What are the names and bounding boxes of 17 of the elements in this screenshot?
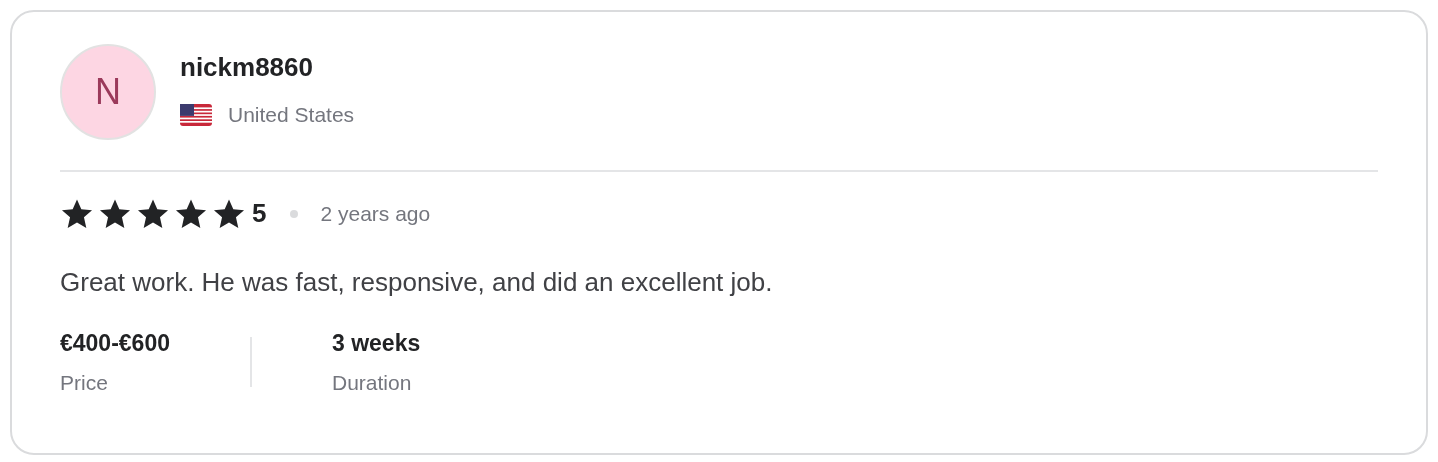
separator-dot — [290, 209, 299, 218]
username: nickm8860 — [180, 52, 314, 84]
stat-value: €400-€600 — [60, 329, 170, 358]
avatar: N — [60, 44, 156, 140]
country: United States — [228, 102, 355, 129]
star-icon — [136, 197, 170, 230]
star-icon — [98, 197, 132, 230]
rating-value: 5 — [252, 197, 267, 230]
star-icon — [60, 197, 94, 230]
star-icon — [212, 197, 246, 230]
stat-label: Price — [60, 369, 109, 396]
stat-label: Duration — [332, 369, 413, 396]
stat-value: 3 weeks — [332, 329, 421, 358]
review-text: Great work. He was fast, responsive, and did an excellent job. — [60, 266, 774, 299]
review-time: 2 years ago — [320, 200, 431, 227]
star-icon — [174, 197, 208, 230]
flag-icon — [180, 103, 212, 126]
